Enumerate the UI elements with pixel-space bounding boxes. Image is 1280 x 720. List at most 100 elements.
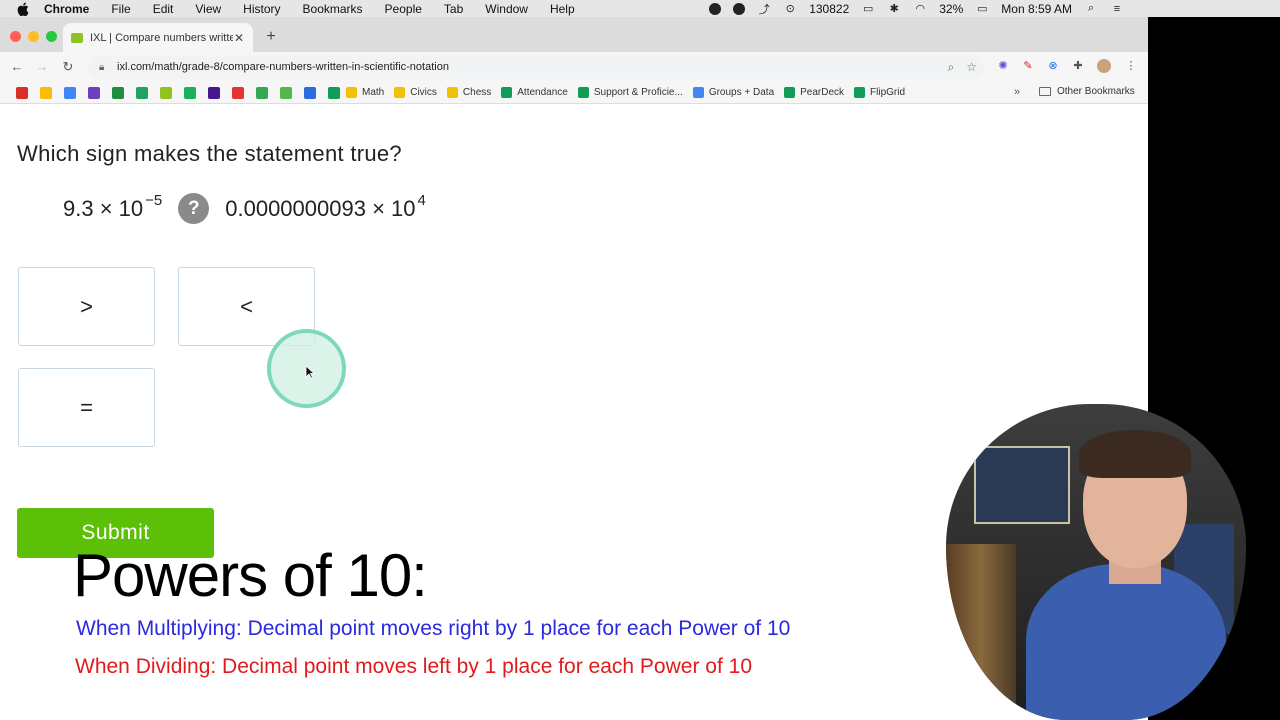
- menu-clock[interactable]: Mon 8:59 AM: [1001, 2, 1072, 16]
- bookmark-label: PearDeck: [800, 87, 845, 98]
- bookmark-attendance[interactable]: Attendance: [501, 87, 568, 98]
- ball-bookmark-icon[interactable]: [280, 86, 292, 99]
- blocks-bookmark-icon[interactable]: [304, 86, 316, 99]
- wifi-icon[interactable]: ◠: [913, 2, 927, 16]
- menu-view[interactable]: View: [195, 2, 221, 16]
- kahoot-bookmark-icon[interactable]: [208, 86, 220, 99]
- notification-center-icon[interactable]: ≡: [1110, 2, 1124, 16]
- extension-circle-icon[interactable]: ⊗: [1046, 59, 1060, 73]
- gmail-bookmark-icon[interactable]: [16, 86, 28, 99]
- airplay-icon[interactable]: ▭: [861, 2, 875, 16]
- menu-status-area: ⤴ ⊙ 130822 ▭ ✱ ◠ 32% ▭ Mon 8:59 AM ⌕ ≡: [709, 0, 1280, 17]
- screencast-icon[interactable]: [733, 2, 746, 15]
- spotlight-icon[interactable]: ⌕: [1084, 2, 1098, 16]
- chrome-menu-icon[interactable]: ⋮: [1124, 59, 1138, 73]
- sheets-icon: [501, 87, 513, 98]
- menu-bookmarks[interactable]: Bookmarks: [303, 2, 363, 16]
- bookmarks-bar: Math Civics Chess Attendance Support & P…: [0, 82, 1148, 104]
- greater-than-choice[interactable]: >: [18, 267, 155, 346]
- search-icon[interactable]: ⌕: [948, 60, 955, 75]
- leaf-bookmark-icon[interactable]: [256, 86, 268, 99]
- dividing-rule: When Dividing: Decimal point moves left …: [75, 655, 752, 678]
- c-bookmark-icon[interactable]: [88, 86, 100, 99]
- menu-file[interactable]: File: [111, 2, 130, 16]
- drive-bookmark-icon[interactable]: [40, 86, 52, 99]
- status-counter: 130822: [809, 1, 850, 16]
- comparison-expression: 9.3 × 10 −5 ? 0.0000000093 × 10 4: [63, 192, 426, 224]
- bookmark-label: Civics: [410, 87, 437, 98]
- shield-bookmark-icon[interactable]: [136, 86, 148, 99]
- bookmark-label: FlipGrid: [870, 87, 906, 98]
- extension-pen-icon[interactable]: ✎: [1021, 59, 1035, 73]
- address-bar[interactable]: 🔒︎ ixl.com/math/grade-8/compare-numbers-…: [87, 55, 985, 79]
- sheets-icon: [784, 87, 796, 98]
- right-exponent: 4: [417, 192, 426, 209]
- sheets-icon: [577, 87, 589, 98]
- macos-menu-bar: Chrome File Edit View History Bookmarks …: [0, 0, 1280, 17]
- bookmark-star-icon[interactable]: ☆: [966, 60, 977, 75]
- bookmark-label: Support & Proficie...: [593, 87, 683, 98]
- bookmark-flipgrid[interactable]: FlipGrid: [854, 87, 905, 98]
- more-bookmarks-button[interactable]: »: [1014, 86, 1020, 98]
- bookmark-math[interactable]: Math: [346, 87, 384, 98]
- close-window-button[interactable]: [10, 31, 21, 42]
- bookshelf: [946, 544, 1016, 720]
- new-tab-button[interactable]: +: [263, 28, 279, 46]
- bookmark-chess[interactable]: Chess: [446, 87, 492, 98]
- magnifier-status-icon[interactable]: ⊙: [783, 2, 797, 16]
- folder-icon: [346, 87, 357, 98]
- bookmark-label: Groups + Data: [708, 87, 775, 98]
- minimize-window-button[interactable]: [28, 31, 39, 42]
- diamond-bookmark-icon[interactable]: [328, 86, 340, 99]
- tab-close-icon[interactable]: ✕: [233, 31, 245, 45]
- bluetooth-icon[interactable]: ✱: [887, 2, 901, 16]
- ixl-bookmark-icon[interactable]: [160, 86, 172, 99]
- reload-icon[interactable]: ↻: [59, 59, 77, 75]
- lesson-title: Powers of 10:: [73, 542, 428, 609]
- menu-chrome[interactable]: Chrome: [44, 2, 89, 16]
- tab-strip: IXL | Compare numbers written ✕ +: [0, 17, 1148, 52]
- left-exponent: −5: [145, 192, 163, 209]
- chart-icon[interactable]: ⤴: [757, 2, 771, 16]
- unknown-sign-icon: ?: [178, 193, 210, 224]
- bookmark-groups-data[interactable]: Groups + Data: [692, 87, 775, 98]
- extension-gear-icon[interactable]: ✺: [996, 59, 1010, 73]
- grid-bookmark-icon[interactable]: [232, 86, 244, 99]
- green-bookmark-icon[interactable]: [184, 86, 196, 99]
- apple-icon[interactable]: [16, 2, 30, 16]
- forward-icon[interactable]: →: [33, 59, 51, 74]
- profile-avatar[interactable]: [1097, 59, 1111, 73]
- back-icon[interactable]: ←: [8, 59, 26, 74]
- folder-icon: [1039, 87, 1051, 96]
- bookmark-support[interactable]: Support & Proficie...: [577, 87, 683, 98]
- question-prompt: Which sign makes the statement true?: [17, 141, 402, 166]
- equals-choice[interactable]: =: [18, 368, 155, 447]
- sheets-icon: [854, 87, 866, 98]
- bookmark-label: Chess: [462, 87, 492, 98]
- other-bookmarks[interactable]: Other Bookmarks: [1039, 86, 1135, 97]
- zoom-window-button[interactable]: [46, 31, 57, 42]
- mouse-cursor-icon: [305, 365, 315, 379]
- menu-edit[interactable]: Edit: [153, 2, 174, 16]
- bookmark-peardeck[interactable]: PearDeck: [784, 87, 844, 98]
- record-icon[interactable]: [709, 2, 722, 15]
- menu-history[interactable]: History: [243, 2, 280, 16]
- battery-icon[interactable]: ▭: [975, 2, 989, 16]
- folder-icon: [394, 87, 406, 98]
- extensions-puzzle-icon[interactable]: ✚: [1071, 59, 1085, 73]
- presenter-webcam: [946, 404, 1246, 720]
- menu-people[interactable]: People: [385, 2, 422, 16]
- classroom-bookmark-icon[interactable]: [112, 86, 124, 99]
- bookmark-civics[interactable]: Civics: [394, 87, 437, 98]
- folder-icon: [446, 87, 458, 98]
- battery-percent[interactable]: 32%: [939, 2, 963, 16]
- docs-icon: [692, 87, 704, 98]
- menu-help[interactable]: Help: [550, 2, 575, 16]
- wall-poster: [974, 446, 1070, 524]
- url-text[interactable]: ixl.com/math/grade-8/compare-numbers-wri…: [117, 61, 449, 73]
- lock-icon[interactable]: 🔒︎: [99, 62, 109, 73]
- menu-tab[interactable]: Tab: [444, 2, 463, 16]
- tab-ixl[interactable]: IXL | Compare numbers written ✕: [63, 23, 253, 52]
- menu-window[interactable]: Window: [485, 2, 528, 16]
- calendar-bookmark-icon[interactable]: [64, 86, 76, 99]
